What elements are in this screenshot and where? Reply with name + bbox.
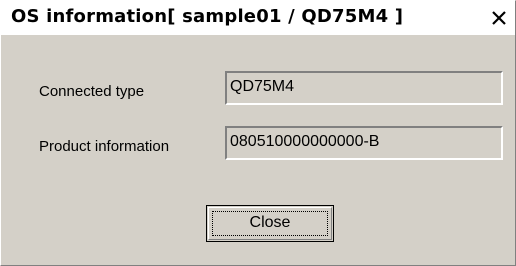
os-information-dialog: OS information[ sample01 / QD75M4 ] Conn… bbox=[0, 0, 516, 266]
product-information-field: 080510000000000-B bbox=[225, 126, 503, 160]
connected-type-label: Connected type bbox=[39, 83, 145, 100]
close-button[interactable]: Close bbox=[206, 205, 334, 242]
product-information-label: Product information bbox=[39, 138, 170, 155]
window-title: OS information[ sample01 / QD75M4 ] bbox=[11, 6, 404, 27]
close-window-button[interactable] bbox=[489, 8, 509, 28]
dialog-body: Connected type QD75M4 Product informatio… bbox=[1, 35, 515, 265]
connected-type-field: QD75M4 bbox=[225, 71, 503, 105]
title-bar[interactable]: OS information[ sample01 / QD75M4 ] bbox=[1, 1, 515, 35]
close-button-label: Close bbox=[249, 214, 291, 231]
close-icon bbox=[492, 11, 506, 25]
